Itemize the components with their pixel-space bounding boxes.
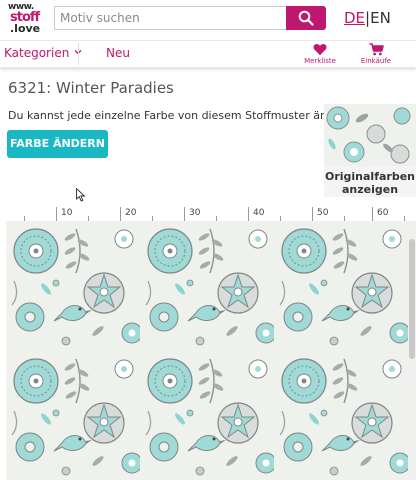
ruler-label: 20 [125,208,137,218]
product-description: Du kannst jede einzelne Farbe von diesem… [8,109,356,122]
wishlist-link[interactable]: Merkliste [300,42,340,66]
original-pattern-thumbnail [324,104,416,166]
cart-label: Einkäufe [360,57,392,65]
cart-link[interactable]: Einkäufe [356,42,396,66]
ruler-label: 30 [189,208,201,218]
wishlist-label: Merkliste [304,57,336,65]
original-colors-button[interactable]: Originalfarben anzeigen [324,104,416,197]
ruler: 10 20 30 40 50 60 [6,207,416,222]
new-link[interactable]: Neu [106,46,130,60]
heart-icon [313,44,327,56]
ruler-label: 50 [317,208,329,218]
nav-divider [78,43,79,65]
categories-menu[interactable]: Kategorien [4,46,82,60]
ruler-tick [248,207,249,221]
ruler-tick [312,207,313,221]
ruler-tick [372,207,373,221]
ruler-tick [120,207,121,221]
scrollbar[interactable] [408,221,416,480]
page-title: 6321: Winter Paradies [8,79,174,97]
lang-en-link[interactable]: EN [370,9,391,27]
original-colors-label: Originalfarben anzeigen [324,170,415,196]
language-switch: DE|EN [344,9,391,27]
ruler-tick [184,207,185,221]
search-input[interactable] [55,7,285,29]
categories-label: Kategorien [4,46,70,60]
ruler-label: 40 [253,208,265,218]
scrollbar-thumb[interactable] [409,239,415,359]
lang-de-link[interactable]: DE [344,9,365,27]
ruler-tick [56,207,57,221]
cart-icon [369,43,384,56]
pattern-fill [6,221,408,480]
logo-line3: .love [10,22,41,35]
change-color-button[interactable]: FARBE ÄNDERN [7,130,108,158]
ruler-label: 60 [377,208,389,218]
search-icon [298,10,314,26]
cursor-icon [76,188,86,202]
header: www. stoff .love DE|EN [0,0,416,40]
search-button[interactable] [286,6,326,30]
ruler-label: 10 [61,208,73,218]
fabric-pattern-preview[interactable] [6,221,408,480]
main-nav: Kategorien Neu Merkliste Einkäufe [0,40,416,68]
site-logo[interactable]: www. stoff .love [8,3,46,37]
search-field [54,6,286,30]
